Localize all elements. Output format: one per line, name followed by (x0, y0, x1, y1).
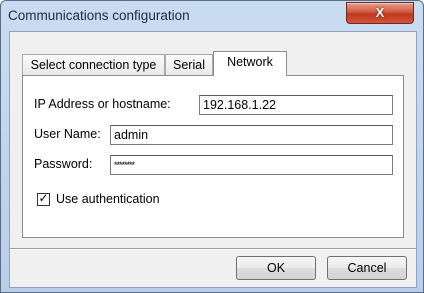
dialog-window: Communications configuration X Select co… (0, 0, 424, 293)
close-button[interactable]: X (346, 2, 414, 24)
tab-serial[interactable]: Serial (165, 54, 213, 76)
password-input[interactable] (110, 155, 393, 175)
checkmark-icon: ✓ (38, 191, 49, 205)
tab-label: Network (227, 55, 273, 69)
user-name-input[interactable] (110, 125, 393, 145)
network-tab-panel: IP Address or hostname: User Name: Passw… (22, 75, 404, 238)
cancel-button[interactable]: Cancel (327, 256, 407, 280)
ok-button[interactable]: OK (236, 256, 316, 280)
password-label: Password: (34, 157, 93, 171)
tab-label: Serial (173, 58, 205, 72)
use-authentication-checkbox[interactable]: ✓ (37, 191, 50, 206)
tab-network[interactable]: Network (213, 51, 287, 76)
window-title: Communications configuration (8, 8, 190, 23)
ip-address-input[interactable] (199, 95, 393, 115)
close-icon: X (375, 5, 385, 20)
separator (10, 248, 416, 250)
tab-label: Select connection type (30, 58, 157, 72)
tab-select-connection-type[interactable]: Select connection type (22, 54, 165, 76)
use-authentication-label[interactable]: Use authentication (56, 192, 160, 206)
dialog-body: Select connection type Serial Network IP… (9, 31, 417, 288)
title-bar[interactable]: Communications configuration X (1, 1, 423, 31)
user-name-label: User Name: (34, 127, 101, 141)
ip-address-label: IP Address or hostname: (34, 97, 171, 111)
